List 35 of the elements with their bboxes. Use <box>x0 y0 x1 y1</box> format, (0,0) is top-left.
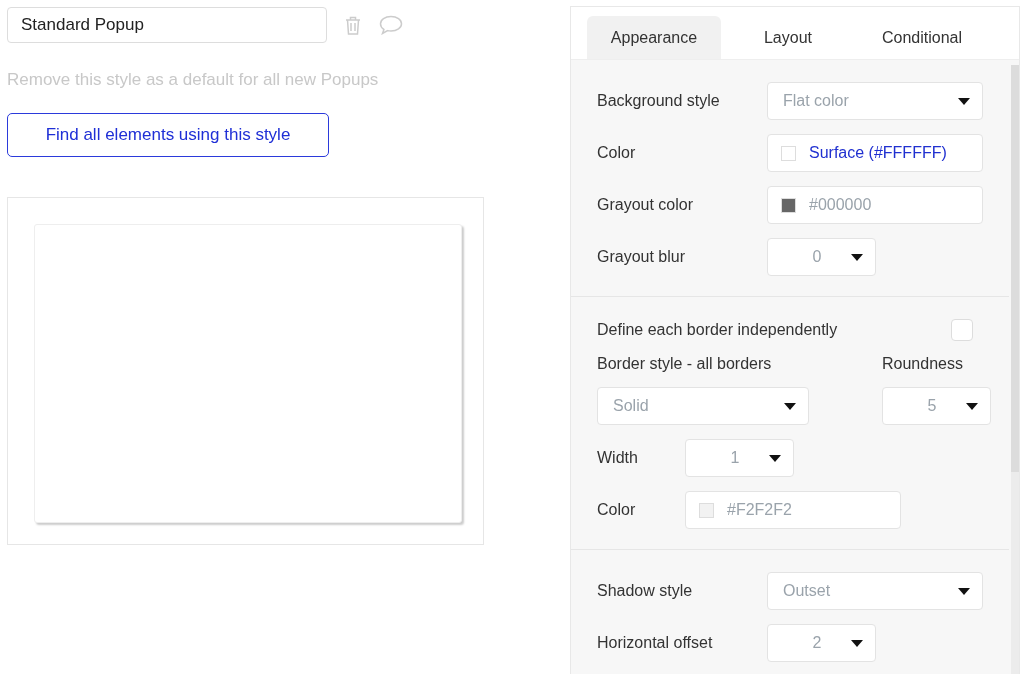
field-label: Width <box>597 449 639 467</box>
dropdown[interactable]: 0 <box>767 238 876 276</box>
trash-icon[interactable] <box>345 15 361 35</box>
caret-icon <box>851 253 863 261</box>
field-label: Grayout color <box>597 196 695 214</box>
dropdown[interactable]: Outset <box>767 572 983 610</box>
dropdown[interactable]: Flat color <box>767 82 983 120</box>
dropdown[interactable]: 1 <box>685 439 794 477</box>
caret-icon <box>958 587 970 595</box>
caret-icon <box>958 97 970 105</box>
dropdown[interactable]: 2 <box>767 624 876 662</box>
caret-icon <box>769 454 781 462</box>
caret-icon <box>966 402 978 410</box>
comment-icon[interactable] <box>379 15 403 35</box>
field-label: Shadow style <box>597 582 694 600</box>
tab[interactable]: Appearance <box>587 16 721 59</box>
find-elements-button[interactable]: Find all elements using this style <box>7 113 329 157</box>
caret-icon <box>851 639 863 647</box>
scrollbar[interactable] <box>1011 65 1019 674</box>
caret-icon <box>784 402 796 410</box>
style-name-field[interactable]: Standard Popup <box>7 7 327 43</box>
field-label: Border style - all borders <box>597 355 773 373</box>
field-label: Grayout blur <box>597 248 687 266</box>
color-field[interactable]: #F2F2F2 <box>685 491 901 529</box>
dropdown[interactable]: 5 <box>882 387 991 425</box>
color-field[interactable]: Surface (#FFFFFF) <box>767 134 983 172</box>
field-label: Define each border independently <box>597 321 839 339</box>
checkbox[interactable] <box>951 319 973 341</box>
field-label: Color <box>597 501 637 519</box>
field-label: Roundness <box>882 355 964 373</box>
color-field[interactable]: #000000 <box>767 186 983 224</box>
field-label: Horizontal offset <box>597 634 714 652</box>
field-label: Background style <box>597 92 721 110</box>
dropdown[interactable]: Solid <box>597 387 809 425</box>
field-label: Color <box>597 144 637 162</box>
